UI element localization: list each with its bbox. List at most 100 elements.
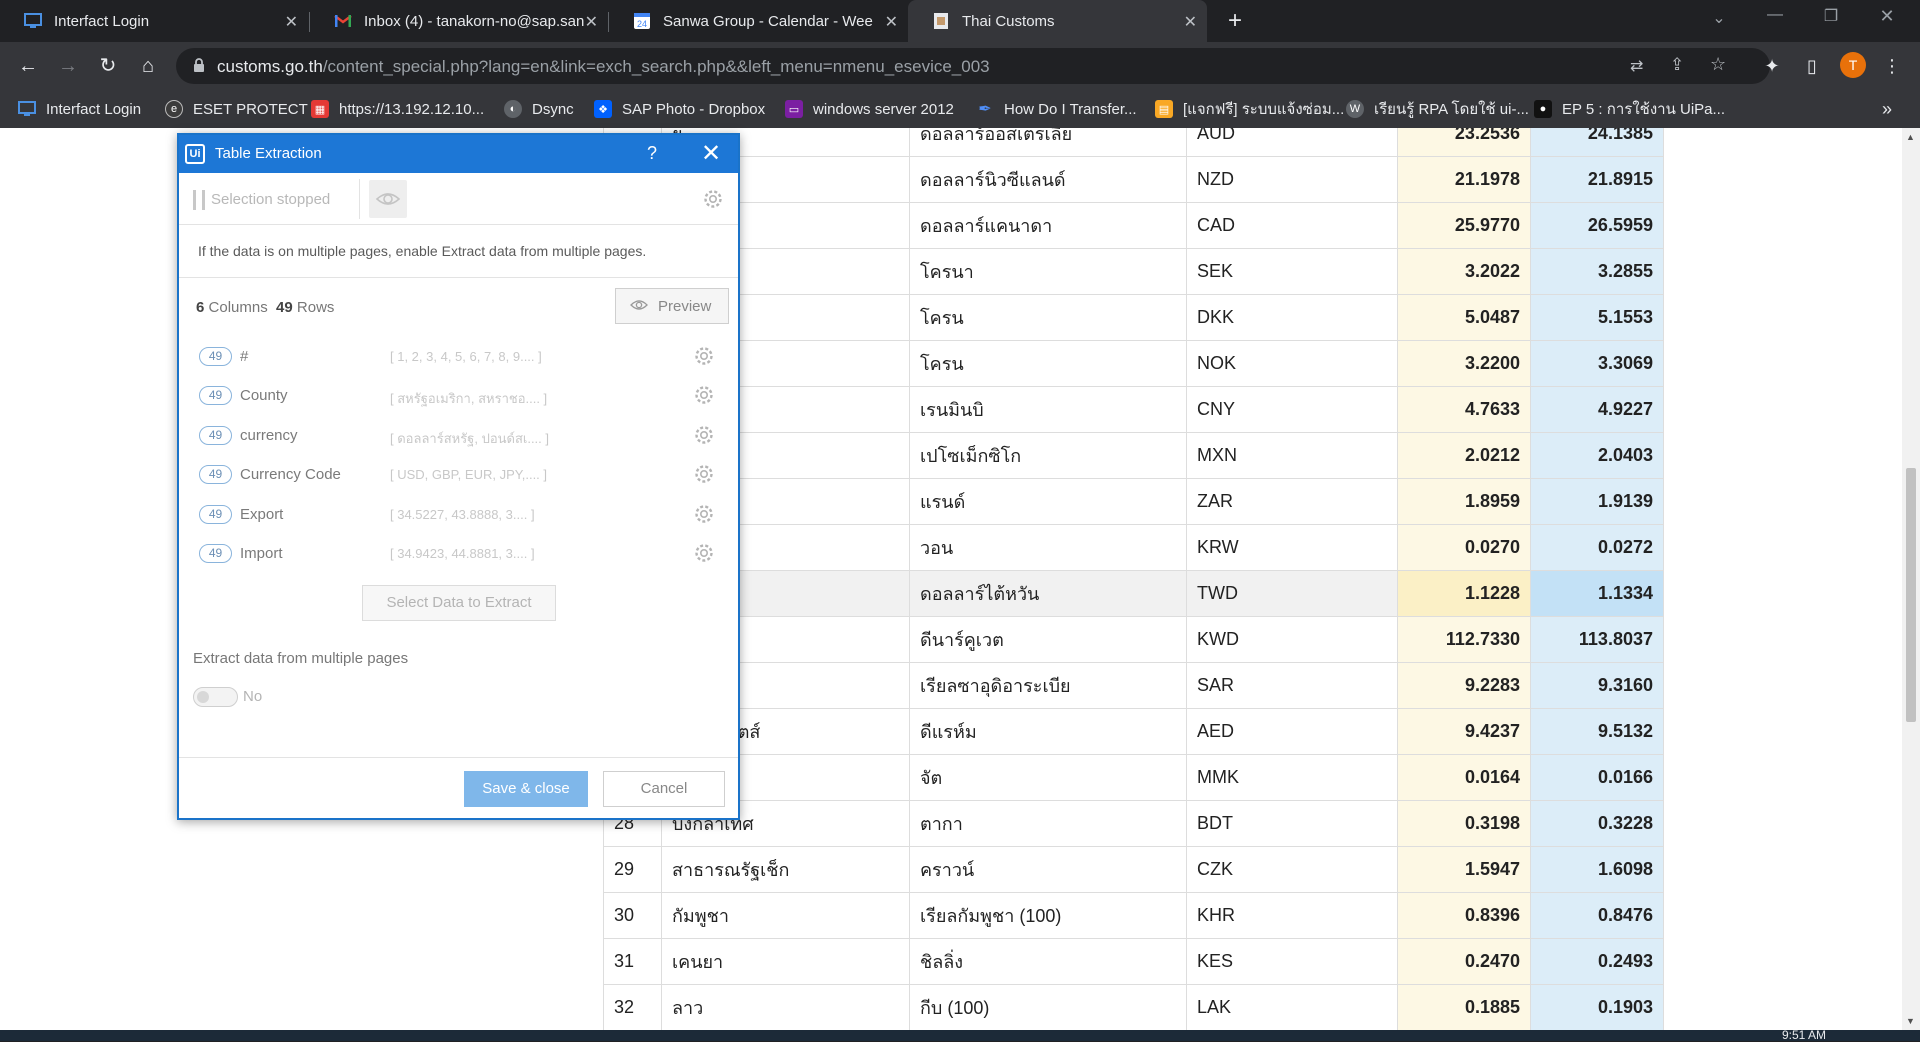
tab-thai-customs[interactable]: Thai Customs ✕ bbox=[908, 0, 1207, 42]
rows-count: 49 bbox=[276, 299, 293, 316]
cell-code: BDT bbox=[1186, 800, 1398, 847]
scroll-down-arrow-icon[interactable]: ▼ bbox=[1906, 1016, 1915, 1026]
bookmark-item[interactable]: ❖ SAP Photo - Dropbox bbox=[594, 98, 765, 120]
scroll-up-arrow-icon[interactable]: ▲ bbox=[1906, 132, 1915, 142]
uipath-logo-icon: Ui bbox=[185, 144, 205, 164]
column-count-badge: 49 bbox=[199, 504, 232, 524]
select-data-button[interactable]: Select Data to Extract bbox=[362, 585, 556, 621]
column-settings-gear-icon[interactable] bbox=[693, 463, 715, 490]
new-tab-button[interactable]: + bbox=[1222, 8, 1248, 34]
column-sample-values: [ ดอลลาร์สหรัฐ, ปอนด์สเ.... ] bbox=[390, 430, 550, 446]
page-scrollbar[interactable]: ▲ ▼ bbox=[1902, 128, 1920, 1030]
tab-calendar[interactable]: 24 Sanwa Group - Calendar - Week ✕ bbox=[609, 0, 908, 42]
bookmark-item[interactable]: W เรียนรู้ RPA โดยใช้ ui-... bbox=[1346, 98, 1529, 120]
bookmark-item[interactable]: ✒ How Do I Transfer... bbox=[976, 98, 1137, 120]
preview-button[interactable]: Preview bbox=[615, 288, 729, 324]
cell-import: 2.0403 bbox=[1530, 432, 1664, 479]
tab-strip: Interfact Login ✕ Inbox (4) - tanakorn-n… bbox=[0, 0, 1920, 42]
close-tab-icon[interactable]: ✕ bbox=[1184, 12, 1197, 32]
cell-export: 0.0164 bbox=[1397, 754, 1531, 801]
bookmark-item[interactable]: e ESET PROTECT bbox=[165, 98, 308, 120]
cell-currency: ตากา bbox=[909, 800, 1187, 847]
share-icon[interactable]: ⇪ bbox=[1670, 55, 1684, 75]
help-button[interactable]: ? bbox=[647, 143, 657, 164]
tab-search-icon[interactable]: ⌄ bbox=[1696, 8, 1742, 28]
url-text: customs.go.th/content_special.php?lang=e… bbox=[217, 57, 990, 77]
address-bar[interactable]: customs.go.th/content_special.php?lang=e… bbox=[176, 48, 1770, 84]
column-settings-gear-icon[interactable] bbox=[693, 542, 715, 569]
table-row: โครน DKK 5.0487 5.1553 bbox=[603, 294, 1664, 341]
cell-export: 25.9770 bbox=[1397, 202, 1531, 249]
reload-button[interactable]: ↻ bbox=[94, 52, 122, 80]
monitor-icon bbox=[24, 12, 42, 30]
cell-code: AED bbox=[1186, 708, 1398, 755]
dialog-title-bar[interactable]: Ui Table Extraction ? ✕ bbox=[179, 135, 738, 173]
column-settings-gear-icon[interactable] bbox=[693, 424, 715, 451]
highlight-toggle-button[interactable] bbox=[369, 180, 407, 218]
cell-export: 21.1978 bbox=[1397, 156, 1531, 203]
bookmark-item[interactable]: Interfact Login bbox=[18, 98, 141, 120]
more-menu-icon[interactable]: ⋮ bbox=[1878, 52, 1906, 80]
cell-code: SAR bbox=[1186, 662, 1398, 709]
close-tab-icon[interactable]: ✕ bbox=[285, 12, 298, 32]
cancel-button[interactable]: Cancel bbox=[603, 771, 725, 807]
toolbar-divider bbox=[359, 179, 360, 219]
tab-title: Inbox (4) - tanakorn-no@sap.san bbox=[364, 12, 584, 30]
translate-icon[interactable]: ⇄ bbox=[1630, 56, 1643, 76]
column-settings-gear-icon[interactable] bbox=[693, 345, 715, 372]
table-row: 31 เคนยา ชิลลิ่ง KES 0.2470 0.2493 bbox=[603, 938, 1664, 985]
forward-button[interactable]: → bbox=[54, 52, 82, 80]
cell-code: CZK bbox=[1186, 846, 1398, 893]
settings-gear-icon[interactable] bbox=[702, 188, 724, 215]
side-panel-icon[interactable]: ▯ bbox=[1798, 52, 1826, 80]
profile-avatar[interactable]: T bbox=[1840, 52, 1866, 78]
column-name: Currency Code bbox=[240, 466, 341, 484]
bookmark-item[interactable]: ◐ Dsync bbox=[504, 98, 574, 120]
table-row: ต้แรนด์ZAR1.89591.9139 bbox=[603, 478, 1664, 525]
scrollbar-thumb[interactable] bbox=[1906, 468, 1916, 722]
back-button[interactable]: ← bbox=[14, 52, 42, 80]
cell-country: สาธารณรัฐเช็ก bbox=[661, 846, 910, 893]
column-count-badge: 49 bbox=[199, 465, 232, 485]
bookmark-label: Interfact Login bbox=[46, 100, 142, 118]
column-settings-gear-icon[interactable] bbox=[693, 384, 715, 411]
dialog-close-button[interactable]: ✕ bbox=[701, 139, 721, 168]
bookmarks-bar: Interfact Login e ESET PROTECT ▦ https:/… bbox=[0, 90, 1920, 128]
tab-interfact-login[interactable]: Interfact Login ✕ bbox=[0, 0, 308, 42]
tab-gmail-inbox[interactable]: Inbox (4) - tanakorn-no@sap.san ✕ bbox=[310, 0, 608, 42]
multi-page-toggle[interactable] bbox=[193, 687, 238, 707]
column-row: 49 County [ สหรัฐอเมริกา, สหราชอ.... ] bbox=[179, 376, 738, 415]
bookmark-item[interactable]: ▦ https://13.192.12.10... bbox=[311, 98, 484, 120]
bookmark-item[interactable]: ▤ [แจกฟรี] ระบบแจ้งซ่อม... bbox=[1155, 98, 1344, 120]
close-tab-icon[interactable]: ✕ bbox=[585, 12, 598, 32]
cell-export: 9.4237 bbox=[1397, 708, 1531, 755]
bookmark-label: EP 5 : การใช้งาน UiPa... bbox=[1562, 101, 1726, 118]
column-settings-gear-icon[interactable] bbox=[693, 503, 715, 530]
close-tab-icon[interactable]: ✕ bbox=[885, 12, 898, 32]
table-row: เปโซเม็กซิโก MXN 2.0212 2.0403 bbox=[603, 432, 1664, 479]
cell-export: 0.8396 bbox=[1397, 892, 1531, 939]
column-name: County bbox=[240, 387, 288, 405]
bookmark-label: How Do I Transfer... bbox=[1004, 100, 1137, 118]
restore-button[interactable]: ❐ bbox=[1808, 6, 1854, 26]
extensions-icon[interactable]: ✦ bbox=[1758, 52, 1786, 80]
pause-icon[interactable] bbox=[193, 190, 205, 210]
cell-currency: ดอลลาร์ไต้หวัน bbox=[909, 570, 1187, 617]
taskbar-clock: 9:51 AM bbox=[1782, 1028, 1827, 1042]
cell-code: MXN bbox=[1186, 432, 1398, 479]
bookmark-item[interactable]: ▭ windows server 2012 bbox=[785, 98, 954, 120]
folder-icon: ▤ bbox=[1155, 100, 1173, 118]
table-row: ด์ดอลลาร์นิวซีแลนด์NZD21.197821.8915 bbox=[603, 156, 1664, 203]
bookmark-item[interactable]: ● EP 5 : การใช้งาน UiPa... bbox=[1534, 98, 1725, 120]
cell-import: 21.8915 bbox=[1530, 156, 1664, 203]
minimize-button[interactable]: — bbox=[1752, 6, 1798, 24]
window-close-button[interactable]: ✕ bbox=[1864, 6, 1910, 27]
bookmark-star-icon[interactable]: ☆ bbox=[1710, 54, 1726, 75]
toggle-knob bbox=[197, 691, 209, 703]
rows-label: Rows bbox=[296, 299, 335, 316]
save-and-close-button[interactable]: Save & close bbox=[464, 771, 588, 807]
browser-chrome: Interfact Login ✕ Inbox (4) - tanakorn-n… bbox=[0, 0, 1920, 128]
bookmarks-overflow-button[interactable]: » bbox=[1882, 98, 1892, 120]
table-extraction-dialog: Ui Table Extraction ? ✕ Selection stoppe… bbox=[177, 133, 740, 820]
home-icon[interactable]: ⌂ bbox=[134, 52, 162, 80]
